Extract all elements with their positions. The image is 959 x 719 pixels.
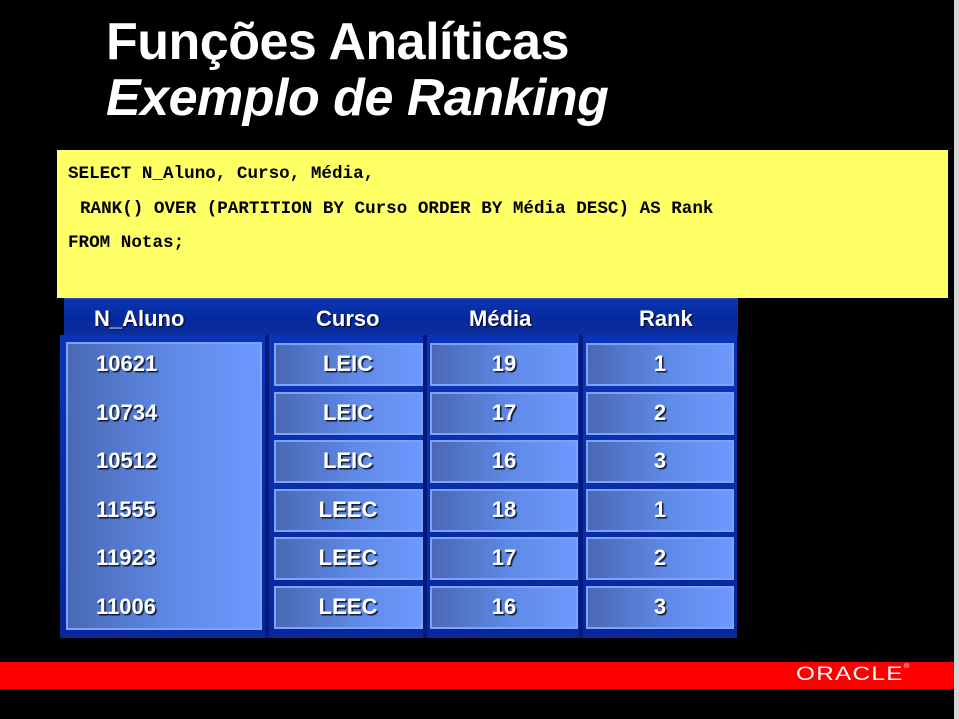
slide-subtitle: Exemplo de Ranking xyxy=(106,69,609,127)
table-cell-n-aluno: 11555 xyxy=(96,496,156,522)
oracle-logo: ORACLE® xyxy=(796,664,911,686)
column-divider xyxy=(265,335,269,638)
column-header-n-aluno: N_Aluno xyxy=(94,306,185,331)
n-aluno-column-cell xyxy=(66,342,262,630)
table-cell-rank: 1 xyxy=(653,351,667,376)
table-cell-curso: LEIC xyxy=(322,448,374,474)
sql-code-box: SELECT N_Aluno, Curso, Média, RANK() OVE… xyxy=(57,150,948,298)
column-header-rank: Rank xyxy=(639,306,693,331)
table-cell-n-aluno: 10734 xyxy=(96,399,158,425)
table-header-row: N_Aluno Curso Média Rank xyxy=(64,298,738,335)
table-cell-rank: 3 xyxy=(653,448,667,474)
table-cell-curso: LEEC xyxy=(318,496,378,522)
column-header-curso: Curso xyxy=(316,306,380,331)
table-cell-curso: LEIC xyxy=(322,399,374,425)
table-cell-n-aluno: 11006 xyxy=(96,594,156,619)
oracle-logo-text: ORACLE xyxy=(796,664,904,685)
column-divider xyxy=(579,335,583,638)
sql-line-select: SELECT N_Aluno, Curso, Média, xyxy=(68,164,375,184)
slide-title: Funções Analíticas xyxy=(106,13,570,71)
table-cell-media: 18 xyxy=(491,496,517,522)
column-header-media: Média xyxy=(469,306,532,331)
table-cell-curso: LEEC xyxy=(318,545,378,571)
table-cell-n-aluno: 10512 xyxy=(96,448,158,474)
sql-line-rank: RANK() OVER (PARTITION BY Curso ORDER BY… xyxy=(80,199,714,219)
table-cell-media: 17 xyxy=(491,545,517,571)
table-cell-media: 19 xyxy=(491,351,517,376)
registered-mark: ® xyxy=(903,664,911,670)
table-cell-media: 16 xyxy=(491,448,517,474)
table-cell-rank: 1 xyxy=(653,496,667,522)
table-cell-curso: LEIC xyxy=(322,351,374,376)
table-cell-curso: LEEC xyxy=(318,594,378,619)
table-cell-rank: 2 xyxy=(653,399,667,425)
table-cell-n-aluno: 10621 xyxy=(96,351,158,376)
table-cell-rank: 2 xyxy=(653,545,667,571)
sql-line-from: FROM Notas; xyxy=(68,233,185,253)
table-cell-media: 16 xyxy=(491,594,517,619)
column-divider xyxy=(423,335,427,638)
table-cell-media: 17 xyxy=(491,399,517,425)
table-cell-rank: 3 xyxy=(653,594,667,619)
right-edge-strip xyxy=(954,0,959,719)
table-cell-n-aluno: 11923 xyxy=(96,545,156,571)
